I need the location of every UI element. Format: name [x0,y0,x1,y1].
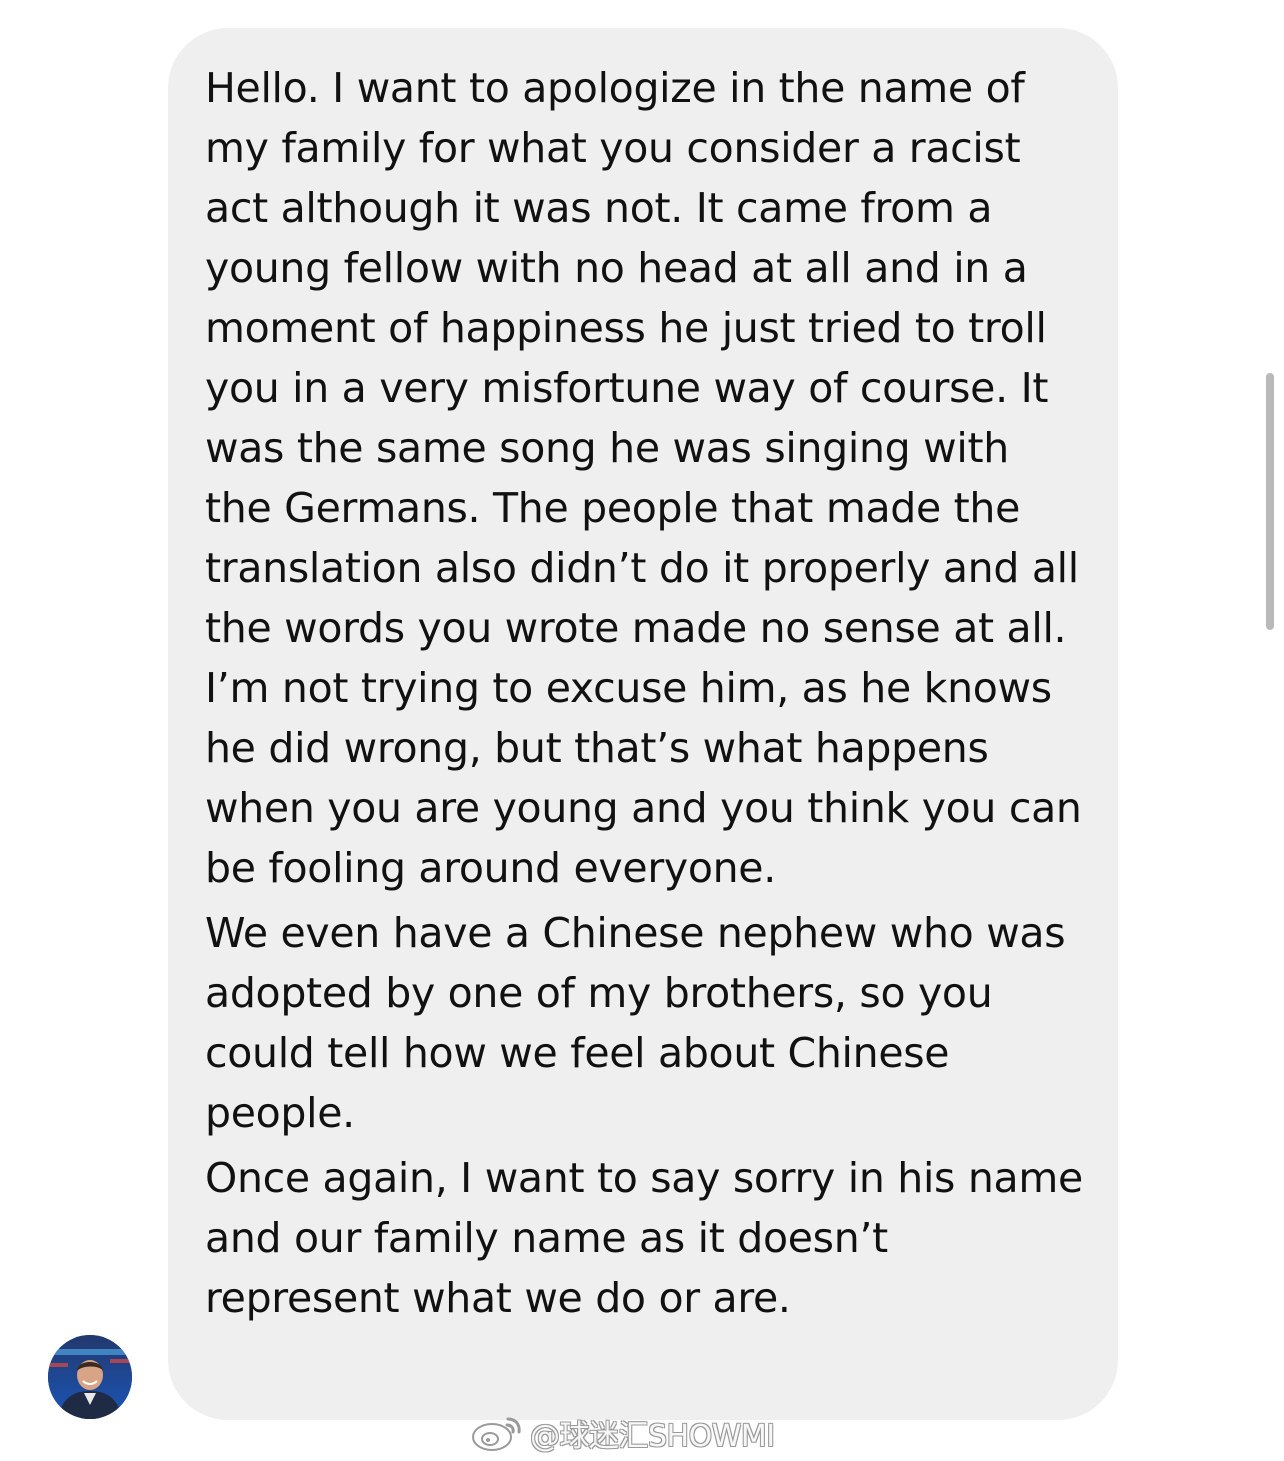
scrollbar-thumb[interactable] [1266,373,1274,630]
message-paragraph-2: We even have a Chinese nephew who was ad… [205,909,1066,1137]
message-bubble[interactable]: Hello. I want to apologize in the name o… [168,28,1118,1420]
weibo-icon [472,1417,521,1451]
avatar-photo [48,1335,132,1419]
message-thread: Hello. I want to apologize in the name o… [0,0,1284,1461]
message-paragraph-3: Once again, I want to say sorry in his n… [205,1154,1083,1322]
watermark-text: @球迷汇SHOWMI [530,1419,775,1454]
message-paragraph-1: Hello. I want to apologize in the name o… [205,64,1082,892]
watermark: @球迷汇SHOWMI [470,1408,775,1458]
sender-avatar[interactable] [48,1335,132,1419]
